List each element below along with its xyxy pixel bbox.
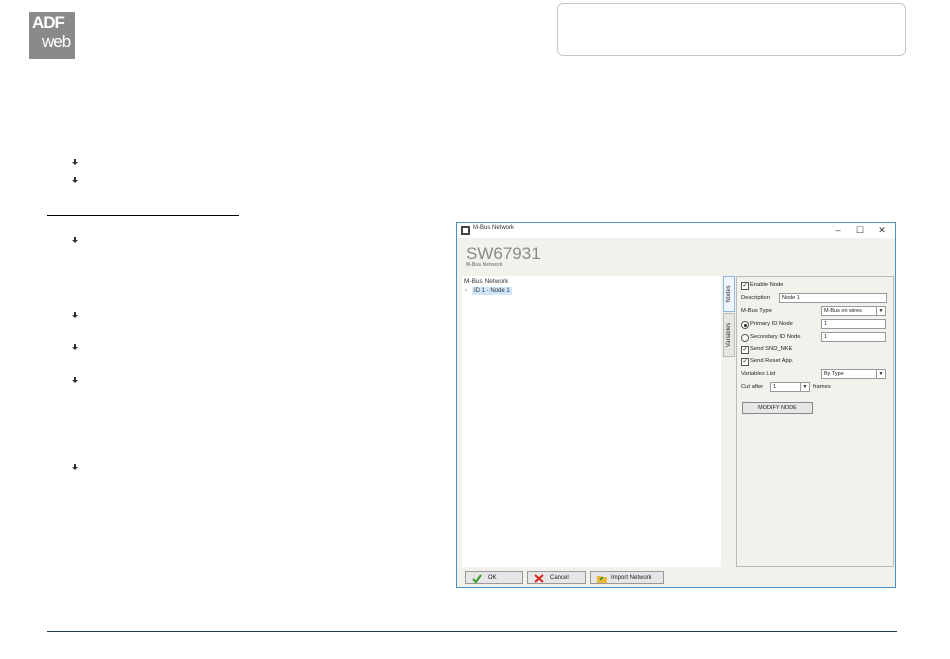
tab-nodes[interactable]: Nodes <box>723 276 735 312</box>
dialog-buttons: OK Cancel Import Network <box>457 569 895 587</box>
bullet-icon <box>72 464 78 470</box>
cancel-x-icon <box>534 574 544 583</box>
tree-root[interactable]: M-Bus Network <box>464 278 508 285</box>
send-reset-label: Send Reset App. <box>750 358 794 364</box>
vertical-tabs: Nodes Variables <box>723 276 736 567</box>
mbus-type-select[interactable]: M-Bus on wires ▼ <box>821 306 886 316</box>
dialog-subtitle: M-Bus Network <box>466 262 503 268</box>
primary-id-radio[interactable] <box>741 321 749 329</box>
enable-node-label: Enable Node <box>750 282 784 288</box>
frames-label: frames <box>813 384 831 390</box>
primary-id-input[interactable]: 1 <box>821 319 886 329</box>
logo-text-2: web <box>42 32 71 51</box>
cut-after-label: Cut after <box>741 384 764 390</box>
mbus-type-label: M-Bus Type <box>741 308 772 314</box>
dialog-header: SW67931 M-Bus Network <box>457 238 895 275</box>
adfweb-logo: ADF web <box>29 12 75 59</box>
variables-list-label: Variables List <box>741 371 776 377</box>
secondary-id-label: Secondary ID Node <box>750 334 801 340</box>
tab-variables[interactable]: Variables <box>723 313 735 357</box>
maximize-button[interactable]: ☐ <box>853 224 867 236</box>
title-bar: M-Bus Network – ☐ ✕ <box>457 223 895 238</box>
cancel-button[interactable]: Cancel <box>527 571 586 584</box>
chevron-down-icon: ▼ <box>876 307 885 315</box>
modify-node-button[interactable]: MODIFY NODE <box>742 402 813 414</box>
tab-nodes-label: Nodes <box>726 285 732 303</box>
description-input[interactable]: Node 1 <box>779 293 887 303</box>
mbus-type-value: M-Bus on wires <box>824 308 862 314</box>
ok-label: OK <box>488 575 497 581</box>
section-rule <box>47 215 239 216</box>
bullet-icon <box>72 344 78 350</box>
primary-id-label: Primary ID Node <box>750 321 793 327</box>
close-button[interactable]: ✕ <box>875 224 889 236</box>
secondary-id-radio[interactable] <box>741 334 749 342</box>
expand-arrow-icon[interactable]: › <box>465 287 467 295</box>
minimize-button[interactable]: – <box>831 224 845 236</box>
check-icon <box>472 574 482 583</box>
enable-node-checkbox[interactable]: ✓ <box>741 282 749 290</box>
chevron-down-icon: ▼ <box>876 370 885 378</box>
import-network-label: Import Network <box>611 575 652 581</box>
bullet-icon <box>72 312 78 318</box>
footer-line <box>47 631 897 632</box>
send-snd-nke-label: Send SND_NKE <box>750 346 793 352</box>
header-box <box>557 3 906 56</box>
variables-list-value: By Type <box>824 371 844 377</box>
tree-node-1[interactable]: ID 1 - Node 1 <box>472 287 512 295</box>
bullet-icon <box>72 377 78 383</box>
product-code: SW67931 <box>466 244 541 263</box>
chevron-down-icon: ▼ <box>800 383 809 391</box>
bullet-icon <box>72 237 78 243</box>
node-settings-panel: ✓ Enable Node Description Node 1 M-Bus T… <box>736 276 894 567</box>
tab-variables-label: Variables <box>726 322 732 348</box>
bullet-icon <box>72 159 78 165</box>
network-tree: M-Bus Network › ID 1 - Node 1 <box>462 276 721 567</box>
app-icon <box>461 226 470 235</box>
cancel-label: Cancel <box>550 575 569 581</box>
variables-list-select[interactable]: By Type ▼ <box>821 369 886 379</box>
cut-after-select[interactable]: 1 ▼ <box>770 382 810 392</box>
ok-button[interactable]: OK <box>465 571 523 584</box>
send-snd-nke-checkbox[interactable]: ✓ <box>741 346 749 354</box>
logo-text-1: ADF <box>32 13 65 32</box>
bullet-icon <box>72 177 78 183</box>
send-reset-checkbox[interactable]: ✓ <box>741 358 749 366</box>
import-network-button[interactable]: Import Network <box>590 571 664 584</box>
cut-after-value: 1 <box>773 384 777 390</box>
window-title: M-Bus Network <box>473 225 515 231</box>
secondary-id-input[interactable]: 1 <box>821 332 886 342</box>
mbus-network-window: M-Bus Network – ☐ ✕ SW67931 M-Bus Networ… <box>456 222 896 588</box>
folder-icon <box>597 576 607 583</box>
description-label: Description <box>741 295 770 301</box>
